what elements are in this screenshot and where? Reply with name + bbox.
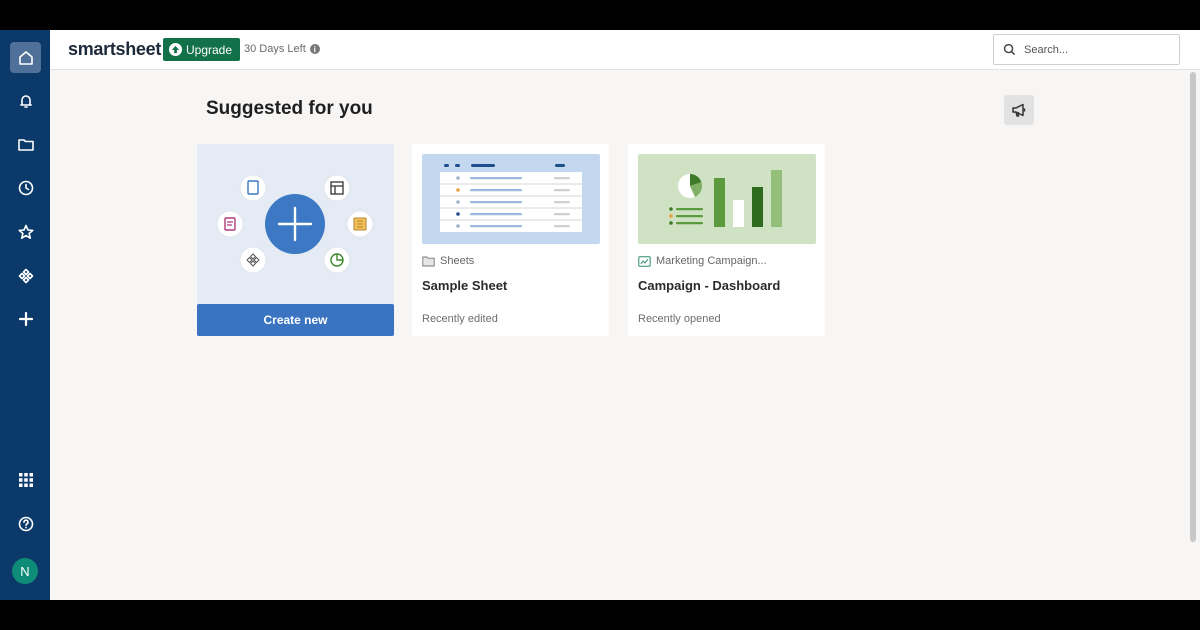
folder-icon — [422, 256, 435, 266]
smartsheet-logo[interactable]: smartsheet — [68, 39, 161, 60]
info-icon[interactable]: i — [309, 44, 320, 54]
home-icon — [18, 50, 33, 65]
upgrade-button[interactable]: Upgrade — [163, 38, 241, 61]
create-new-button[interactable]: Create new — [197, 304, 394, 336]
solutions-icon — [18, 268, 33, 283]
card-location: Marketing Campaign... — [638, 255, 767, 267]
card-location-label: Marketing Campaign... — [656, 255, 767, 267]
left-nav: N — [0, 30, 50, 600]
app-window: N smartsheet Upgrade 30 Days Left i Sugg… — [0, 30, 1200, 600]
search-icon — [1003, 43, 1016, 56]
nav-notifications[interactable] — [10, 85, 41, 116]
sheet-thumbnail — [422, 154, 600, 244]
create-illustration — [216, 174, 374, 274]
create-new-card[interactable]: Create new — [197, 144, 394, 336]
folder-icon — [17, 138, 34, 151]
bell-icon — [19, 94, 32, 108]
star-icon — [17, 224, 34, 239]
dashboard-icon — [323, 246, 351, 274]
megaphone-icon — [1012, 103, 1026, 117]
upgrade-label: Upgrade — [186, 42, 233, 57]
card-location: Sheets — [422, 255, 474, 267]
clock-icon — [18, 180, 33, 195]
nav-solution-center[interactable] — [10, 260, 41, 291]
nav-browse[interactable] — [10, 129, 41, 160]
dashboard-thumbnail — [638, 154, 816, 244]
nav-recents[interactable] — [10, 172, 41, 203]
card-activity: Recently opened — [638, 313, 721, 325]
nav-home[interactable] — [10, 42, 41, 73]
help-icon — [18, 516, 33, 531]
grid-icon — [323, 174, 351, 202]
card-title: Campaign - Dashboard — [638, 278, 781, 293]
nav-help[interactable] — [10, 508, 41, 539]
dashboard-icon — [638, 255, 651, 267]
top-bar: smartsheet Upgrade 30 Days Left i — [50, 30, 1200, 70]
workspace-icon — [346, 210, 374, 238]
card-activity: Recently edited — [422, 313, 498, 325]
nav-create[interactable] — [10, 303, 41, 334]
card-title: Sample Sheet — [422, 278, 508, 293]
suggested-card-dashboard[interactable]: Marketing Campaign... Campaign - Dashboa… — [628, 144, 825, 336]
whats-new-button[interactable] — [1004, 95, 1034, 125]
card-location-label: Sheets — [440, 255, 475, 267]
nav-favorites[interactable] — [10, 216, 41, 247]
upgrade-arrow-icon — [169, 43, 182, 56]
trial-status: 30 Days Left i — [244, 43, 320, 55]
form-icon — [239, 174, 267, 202]
user-avatar[interactable]: N — [12, 558, 38, 584]
search-box[interactable] — [993, 34, 1180, 65]
nav-launcher[interactable] — [10, 464, 41, 495]
section-title: Suggested for you — [206, 98, 373, 119]
search-input[interactable] — [1024, 43, 1164, 56]
plus-icon — [18, 311, 33, 326]
page-scrollbar[interactable] — [1190, 72, 1196, 542]
apps-grid-icon — [18, 472, 33, 487]
suggested-card-sheet[interactable]: Sheets Sample Sheet Recently edited — [412, 144, 609, 336]
report-icon — [216, 210, 244, 238]
solution-icon — [239, 246, 267, 274]
trial-days-text: 30 Days Left — [244, 43, 306, 55]
